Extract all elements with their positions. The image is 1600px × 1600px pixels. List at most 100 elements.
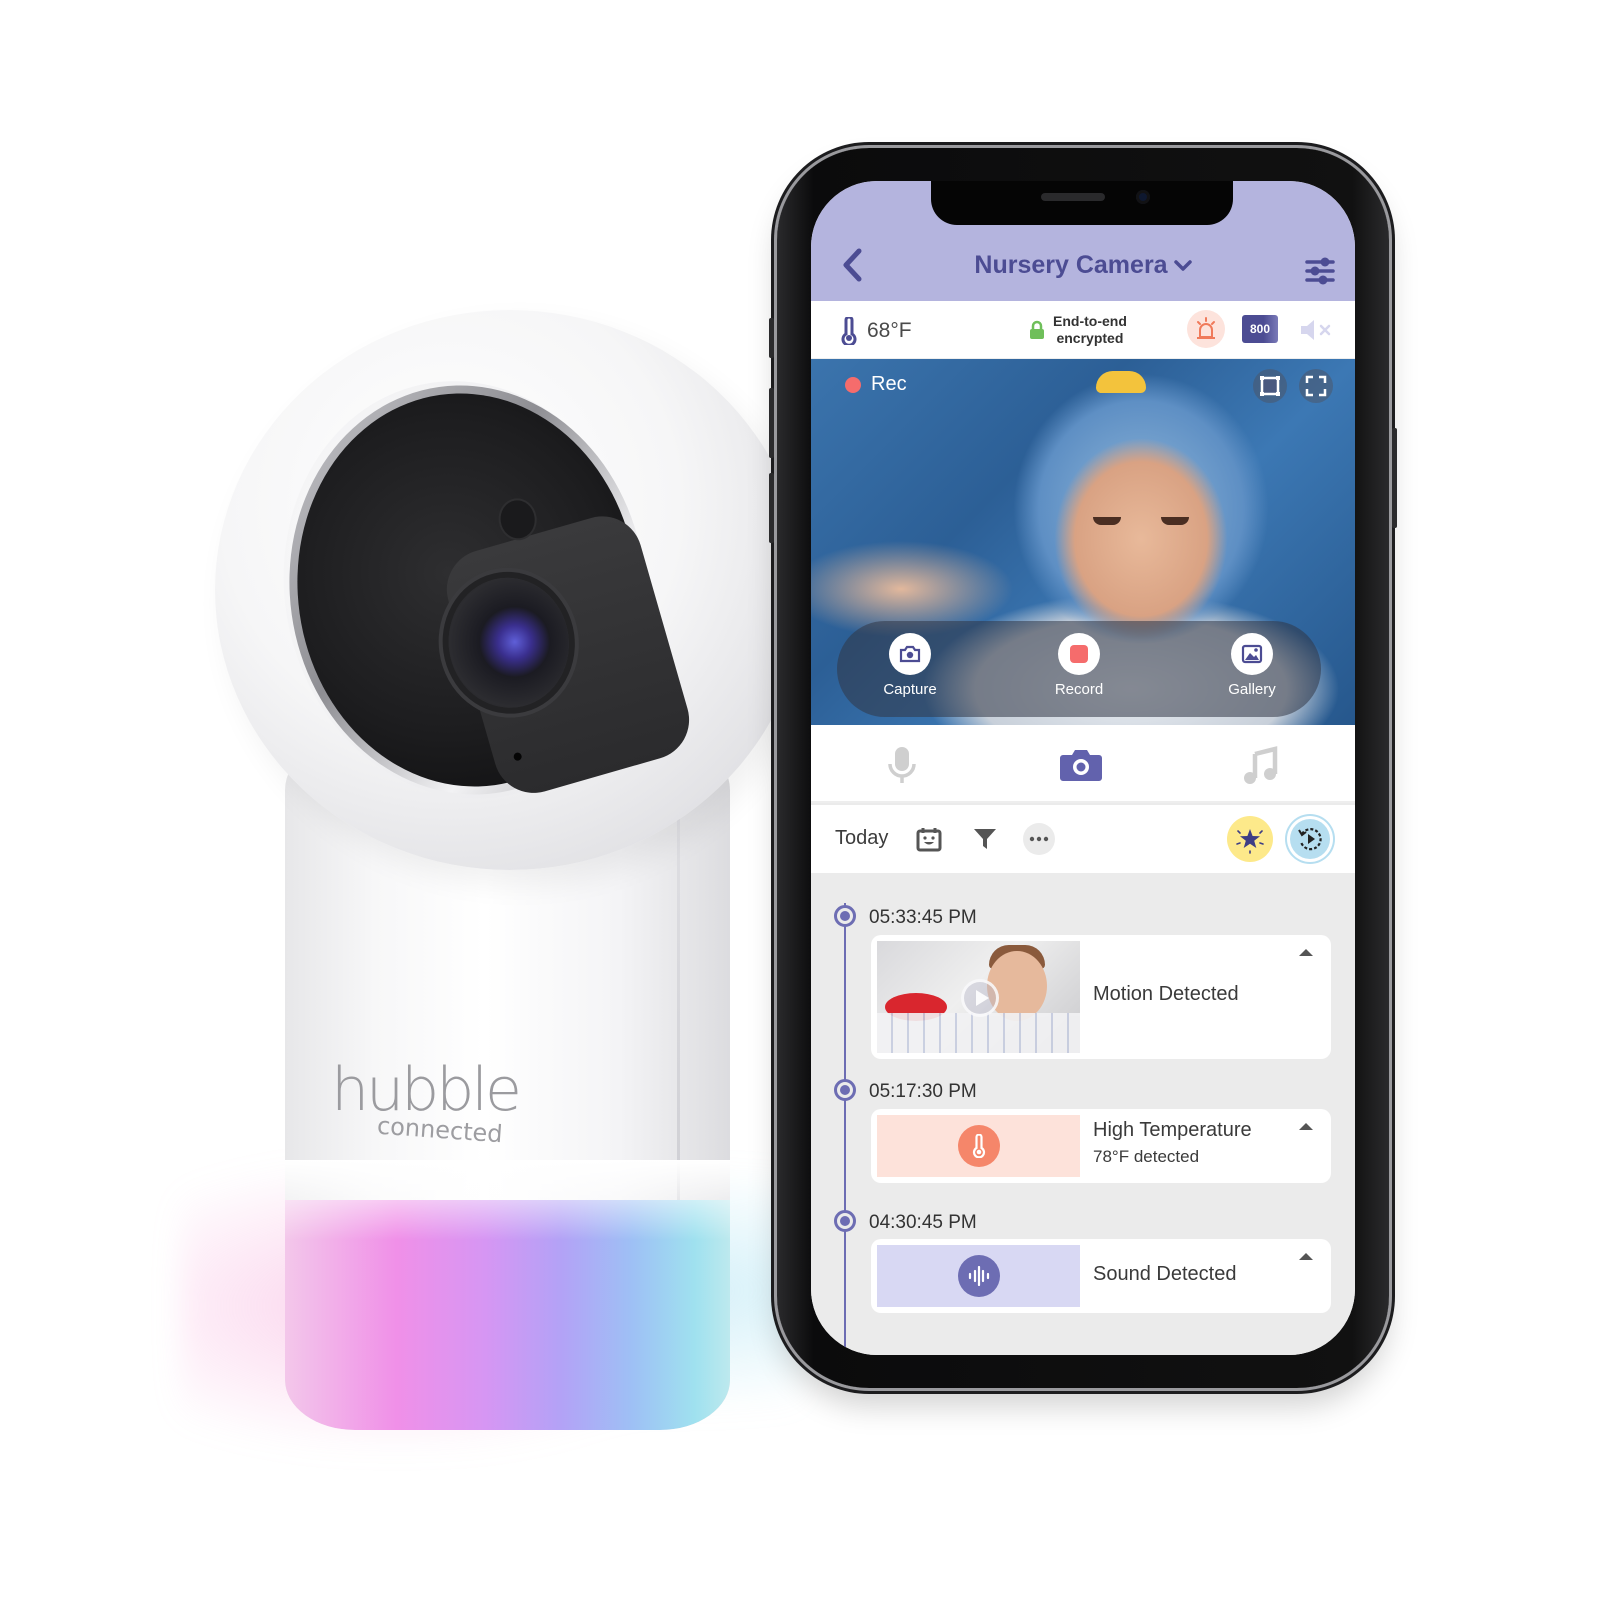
camera-icon (1060, 750, 1102, 781)
lock-icon (1030, 320, 1044, 339)
sound-thumbnail (877, 1245, 1080, 1307)
crop-frame-icon (1260, 376, 1280, 396)
phone-screen: Nursery Camera 68°F End-to-end encrypted (811, 181, 1355, 1355)
microphone-icon (888, 747, 916, 783)
event-timeline: 05:33:45 PM Motion Detected 05:17:30 PM (811, 873, 1355, 1355)
brand-name: hubble (331, 1055, 522, 1125)
mute-button[interactable] (1299, 315, 1339, 345)
music-note-icon (1244, 746, 1278, 784)
gallery-icon (1241, 644, 1263, 664)
timeline-line (844, 903, 846, 1355)
encryption-status: End-to-end encrypted (1029, 313, 1127, 347)
mode-bar (811, 725, 1355, 803)
encryption-line-1: End-to-end (1053, 313, 1127, 329)
earpiece (1041, 193, 1105, 201)
event-title: Motion Detected (1093, 983, 1239, 1005)
timeline-marker (834, 1210, 856, 1232)
speaker-muted-icon (1301, 320, 1331, 340)
replay-button[interactable] (1287, 816, 1333, 862)
brand-logo: hubble connected (315, 1055, 535, 1148)
siren-button[interactable] (1187, 310, 1225, 348)
page-title: Nursery Camera (974, 251, 1168, 279)
video-eye (1093, 517, 1121, 525)
music-mode-button[interactable] (1239, 743, 1283, 787)
smartphone: Nursery Camera 68°F End-to-end encrypted (769, 148, 1397, 1388)
calendar-icon (916, 828, 942, 852)
event-time: 05:17:30 PM (869, 1081, 977, 1102)
room-temperature: 68°F (841, 317, 912, 345)
phone-notch (931, 181, 1233, 225)
event-card-temperature[interactable]: High Temperature 78°F detected (871, 1109, 1331, 1183)
replay-icon (1298, 828, 1322, 851)
mute-switch (769, 318, 774, 358)
play-icon (961, 979, 999, 1017)
hubble-camera-device: hubble connected (160, 310, 810, 1450)
camera-mode-button[interactable] (1059, 743, 1103, 787)
timeline-marker (834, 1079, 856, 1101)
thermometer-icon (972, 1134, 985, 1158)
thermometer-icon (841, 317, 857, 345)
event-time: 05:33:45 PM (869, 907, 977, 928)
capture-label: Capture (883, 681, 937, 698)
gallery-label: Gallery (1228, 681, 1276, 698)
camera-icon (899, 645, 921, 663)
crop-view-button[interactable] (1253, 369, 1287, 403)
encryption-line-2: encrypted (1056, 330, 1124, 346)
camera-selector[interactable]: Nursery Camera (811, 251, 1355, 280)
front-camera (1136, 190, 1150, 204)
recording-indicator: Rec (845, 373, 907, 396)
sliders-icon (1305, 257, 1335, 285)
record-button[interactable]: Record (1034, 633, 1124, 698)
funnel-icon (974, 829, 996, 849)
event-subtitle: 78°F detected (1093, 1147, 1200, 1166)
night-light-ring (285, 1160, 730, 1430)
collapse-chevron-icon[interactable] (1299, 949, 1313, 956)
status-bar: 68°F End-to-end encrypted 800 (811, 301, 1355, 359)
video-action-bar: Capture Record Gallery (837, 621, 1321, 717)
event-time: 04:30:45 PM (869, 1212, 977, 1233)
rec-label: Rec (871, 373, 907, 395)
event-title: Sound Detected (1093, 1263, 1237, 1285)
timeline-marker (834, 905, 856, 927)
highlights-button[interactable] (1227, 816, 1273, 862)
event-card-motion[interactable]: Motion Detected (871, 935, 1331, 1059)
brand-subtitle: connected (376, 1111, 504, 1149)
collapse-chevron-icon[interactable] (1299, 1253, 1313, 1260)
talk-mode-button[interactable] (880, 743, 924, 787)
event-card-sound[interactable]: Sound Detected (871, 1239, 1331, 1313)
settings-button[interactable] (1305, 255, 1335, 287)
night-vision-button[interactable]: 800 (1242, 315, 1278, 343)
thumbnail-face (987, 951, 1047, 1021)
siren-icon (1197, 317, 1215, 339)
record-label: Record (1054, 681, 1104, 698)
video-hat-detail (1096, 371, 1146, 393)
chevron-down-icon (1173, 260, 1192, 272)
live-video-feed[interactable]: Rec Capture Record Gallery (811, 359, 1355, 725)
event-title: High Temperature (1093, 1119, 1252, 1141)
video-eye (1161, 517, 1189, 525)
calendar-button[interactable] (913, 823, 945, 855)
filter-button[interactable] (969, 823, 1001, 855)
temperature-value: 68°F (867, 319, 912, 342)
sound-wave-icon (968, 1266, 989, 1286)
collapse-chevron-icon[interactable] (1299, 1123, 1313, 1130)
capture-button[interactable]: Capture (865, 633, 955, 698)
temperature-thumbnail (877, 1115, 1080, 1177)
date-selector[interactable]: Today (835, 827, 888, 850)
more-options-button[interactable] (1023, 823, 1055, 855)
power-button (1392, 428, 1397, 528)
gallery-button[interactable]: Gallery (1207, 633, 1297, 698)
fullscreen-button[interactable] (1299, 369, 1333, 403)
lens-cover (272, 371, 699, 809)
motion-video-thumbnail[interactable] (877, 941, 1080, 1053)
thumbnail-blanket (877, 1013, 1080, 1053)
volume-down-button (769, 473, 774, 543)
rec-dot-icon (845, 376, 861, 393)
night-vision-label: 800 (1249, 322, 1271, 336)
camera-head (215, 310, 805, 870)
star-burst-icon (1236, 829, 1264, 854)
timeline-filter-bar: Today (811, 805, 1355, 873)
volume-up-button (769, 388, 774, 458)
record-icon (1070, 645, 1088, 663)
fullscreen-icon (1305, 375, 1327, 397)
